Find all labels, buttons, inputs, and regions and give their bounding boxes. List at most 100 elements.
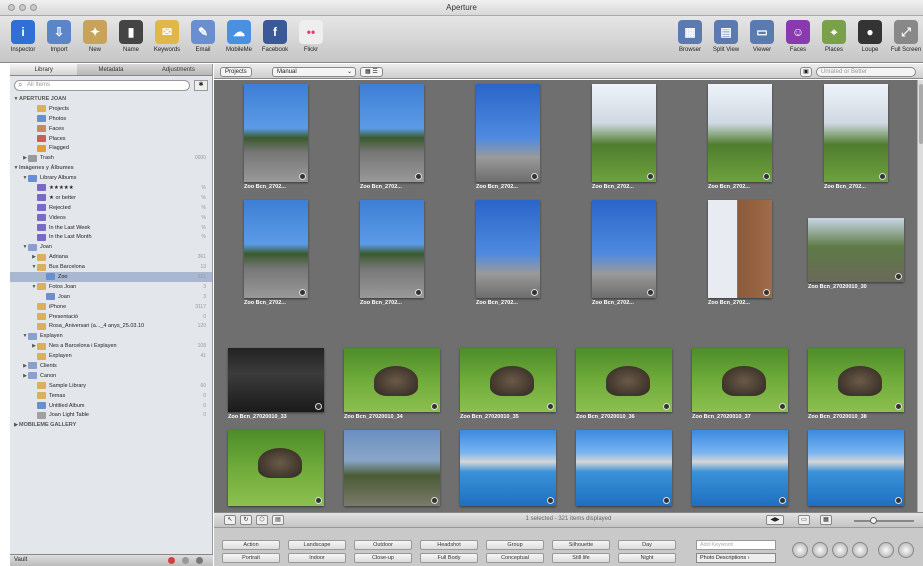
- keyword-nav-button-3[interactable]: [832, 542, 848, 558]
- photo-image[interactable]: [576, 430, 672, 506]
- sidebar-tree-item[interactable]: ▶ Trash 0000: [10, 153, 212, 163]
- sidebar-tree-item[interactable]: iPhone 3117: [10, 302, 212, 312]
- add-keyword-field[interactable]: Add Keyword: [696, 540, 776, 550]
- grid-scrollbar[interactable]: [917, 80, 923, 512]
- sidebar-tree-item[interactable]: Temas 0: [10, 391, 212, 401]
- filter-hud-button[interactable]: ▣: [800, 67, 812, 77]
- view-mode-toggle[interactable]: ▦ ☰: [360, 67, 383, 77]
- sidebar-tree-item[interactable]: ▶ Clients: [10, 361, 212, 371]
- toolbar-new-button[interactable]: ✦ New: [80, 20, 110, 53]
- vault-update-icon[interactable]: [182, 557, 189, 564]
- photo-image[interactable]: [692, 348, 788, 412]
- video-button[interactable]: ◀▶: [766, 515, 784, 525]
- sidebar-tree-item[interactable]: Places: [10, 134, 212, 144]
- photo-image[interactable]: [592, 84, 656, 182]
- photo-thumbnail[interactable]: [228, 430, 324, 506]
- photo-thumbnail[interactable]: Zoo Bcn_2702...: [360, 200, 424, 306]
- sidebar-tree-item[interactable]: Rosa_Aniversari (a..._4 anys_25.03.10 120: [10, 321, 212, 331]
- keyword-nav-button-4[interactable]: [852, 542, 868, 558]
- keyword-hud-button[interactable]: ▦: [820, 515, 832, 525]
- sidebar-tree-item[interactable]: Projects: [10, 104, 212, 114]
- sidebar-tree-item[interactable]: Explayen 41: [10, 351, 212, 361]
- keyword-prev-button[interactable]: [878, 542, 894, 558]
- photo-image[interactable]: [228, 348, 324, 412]
- photo-thumbnail[interactable]: Zoo Bcn_2702...: [360, 84, 424, 190]
- sidebar-tree-item[interactable]: Presentació 0: [10, 312, 212, 322]
- photo-thumbnail[interactable]: Zoo Bcn_2702...: [592, 200, 656, 306]
- projects-button[interactable]: Projects: [220, 67, 252, 77]
- photo-thumbnail[interactable]: [692, 430, 788, 506]
- photo-image[interactable]: [592, 200, 656, 298]
- toolbar-split-view-button[interactable]: ▤ Split View: [711, 20, 741, 53]
- photo-image[interactable]: [576, 348, 672, 412]
- photo-thumbnail[interactable]: Zoo Bcn_27020010_37: [692, 348, 788, 420]
- toolbar-browser-button[interactable]: ▦ Browser: [675, 20, 705, 53]
- sidebar-tree-item[interactable]: Untitled Album 0: [10, 401, 212, 411]
- sidebar-tree-item[interactable]: Photos: [10, 114, 212, 124]
- sidebar-tree-item[interactable]: Faces: [10, 124, 212, 134]
- photo-thumbnail[interactable]: Zoo Bcn_2702...: [476, 200, 540, 306]
- grid-scrollbar-thumb[interactable]: [919, 84, 923, 144]
- photo-thumbnail[interactable]: [460, 430, 556, 506]
- tab-library[interactable]: Library: [10, 64, 78, 75]
- sidebar-tree-item[interactable]: Joan Light Table 0: [10, 411, 212, 421]
- keyword-button-silhouette[interactable]: Silhouette: [552, 540, 610, 550]
- photo-thumbnail[interactable]: Zoo Bcn_27020010_36: [576, 348, 672, 420]
- keyword-button-still-life[interactable]: Still life: [552, 553, 610, 563]
- keyword-next-button[interactable]: [898, 542, 914, 558]
- toolbar-full-screen-button[interactable]: ⤢ Full Screen: [891, 20, 921, 53]
- toolbar-email-button[interactable]: ✎ Email: [188, 20, 218, 53]
- toolbar-facebook-button[interactable]: f Facebook: [260, 20, 290, 53]
- keyword-button-conceptual[interactable]: Conceptual: [486, 553, 544, 563]
- photo-thumbnail[interactable]: Zoo Bcn_27020010_34: [344, 348, 440, 420]
- tab-metadata[interactable]: Metadata: [77, 64, 144, 75]
- photo-image[interactable]: [708, 200, 772, 298]
- tab-adjustments[interactable]: Adjustments: [145, 64, 212, 75]
- photo-image[interactable]: [360, 200, 424, 298]
- keyword-button-action[interactable]: Action: [222, 540, 280, 550]
- photo-thumbnail[interactable]: Zoo Bcn_2702...: [708, 200, 772, 306]
- toolbar-mobileme-button[interactable]: ☁ MobileMe: [224, 20, 254, 53]
- keyword-preset-select[interactable]: Photo Descriptions ›: [696, 553, 776, 563]
- toolbar-viewer-button[interactable]: ▭ Viewer: [747, 20, 777, 53]
- thumbnail-size-slider-knob[interactable]: [870, 517, 877, 524]
- sidebar-action-menu-button[interactable]: ✱: [194, 79, 208, 91]
- sidebar-tree-item[interactable]: ▶ Adriana 361: [10, 252, 212, 262]
- photo-thumbnail[interactable]: [576, 430, 672, 506]
- photo-image[interactable]: [344, 348, 440, 412]
- sidebar-tree-item[interactable]: ▶ Nes a Barcelona i Explayen 108: [10, 341, 212, 351]
- photo-thumbnail[interactable]: Zoo Bcn_27020010_38: [808, 348, 904, 420]
- photo-thumbnail[interactable]: Zoo Bcn_2702...: [824, 84, 888, 190]
- photo-image[interactable]: [244, 84, 308, 182]
- toolbar-loupe-button[interactable]: ● Loupe: [855, 20, 885, 53]
- photo-image[interactable]: [244, 200, 308, 298]
- keyword-button-close-up[interactable]: Close-up: [354, 553, 412, 563]
- photo-image[interactable]: [460, 430, 556, 506]
- sidebar-tree-item[interactable]: ▼ Joan: [10, 242, 212, 252]
- filmstrip-button[interactable]: ▭: [798, 515, 810, 525]
- sidebar-tree-item[interactable]: ★★★★★%: [10, 183, 212, 193]
- sidebar-tree-item[interactable]: ▼ Bus Barcelona 13: [10, 262, 212, 272]
- photo-thumbnail[interactable]: Zoo Bcn_27020010_33: [228, 348, 324, 420]
- photo-image[interactable]: [692, 430, 788, 506]
- sidebar-tree-item[interactable]: Zoo 321: [10, 272, 212, 282]
- photo-image[interactable]: [708, 84, 772, 182]
- library-search-input[interactable]: All Items: [14, 79, 190, 91]
- photo-image[interactable]: [360, 84, 424, 182]
- toolbar-name-button[interactable]: ▮ Name: [116, 20, 146, 53]
- photo-thumbnail[interactable]: Zoo Bcn_27020010_35: [460, 348, 556, 420]
- sidebar-tree-item[interactable]: ▼ Fotos Joan 3: [10, 282, 212, 292]
- keyword-button-indoor[interactable]: Indoor: [288, 553, 346, 563]
- sidebar-tree-item[interactable]: ▼ Explayen: [10, 331, 212, 341]
- photo-thumbnail[interactable]: [808, 430, 904, 506]
- keyword-button-group[interactable]: Group: [486, 540, 544, 550]
- sidebar-tree-item[interactable]: In the Last Month%: [10, 232, 212, 242]
- sidebar-tree-item[interactable]: In the Last Week%: [10, 223, 212, 233]
- sidebar-section-header[interactable]: ▼ APERTURE JOAN: [10, 94, 212, 104]
- thumbnail-size-slider[interactable]: [854, 517, 914, 524]
- keyword-button-outdoor[interactable]: Outdoor: [354, 540, 412, 550]
- toolbar-faces-button[interactable]: ☺ Faces: [783, 20, 813, 53]
- keyword-button-day[interactable]: Day: [618, 540, 676, 550]
- vault-status-icon[interactable]: [168, 557, 175, 564]
- photo-image[interactable]: [808, 348, 904, 412]
